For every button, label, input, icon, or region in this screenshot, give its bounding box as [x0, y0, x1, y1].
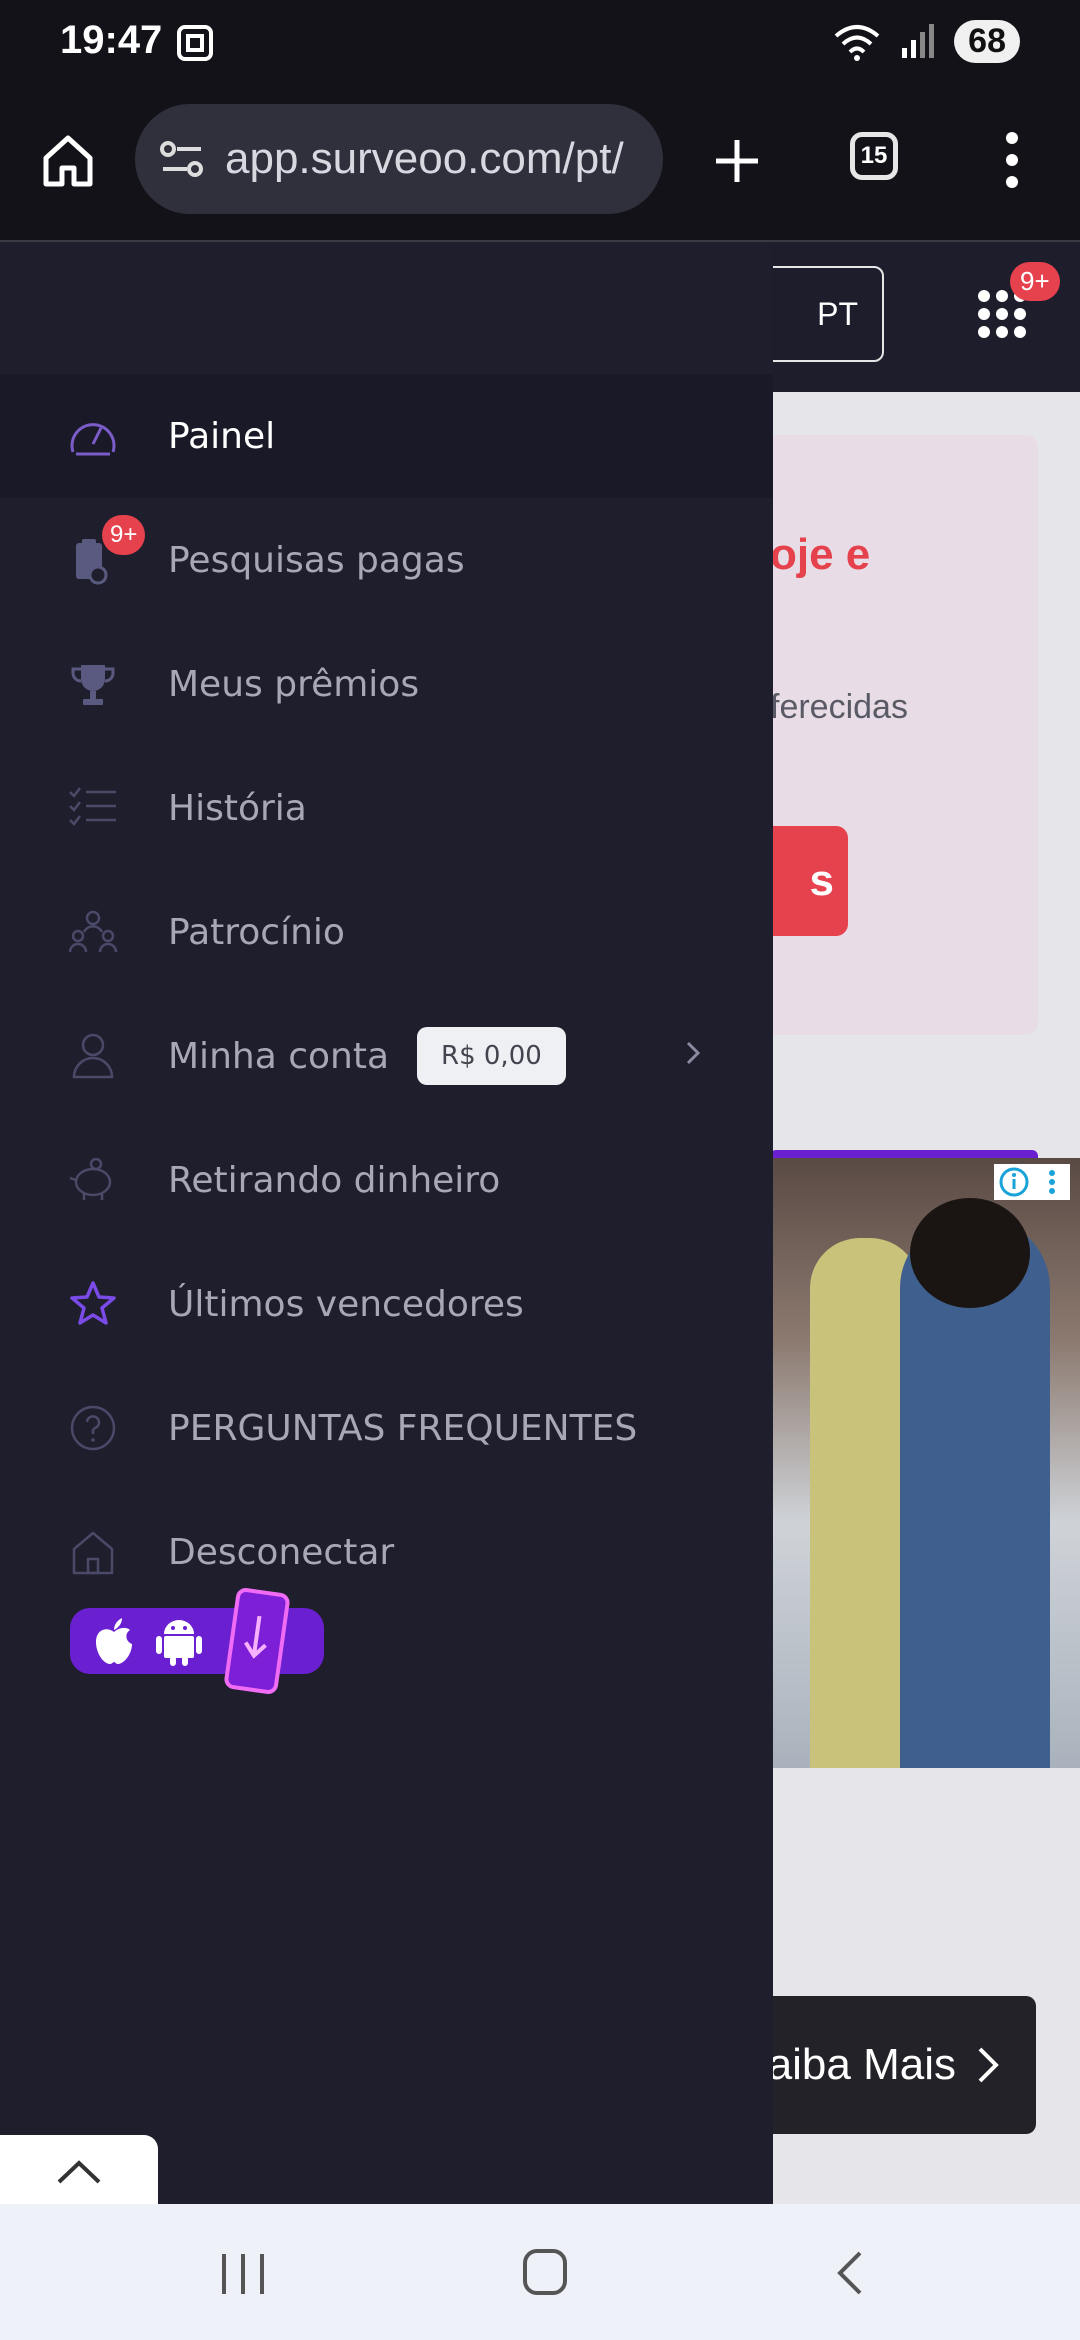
menu-item-ultimos-vencedores[interactable]: Últimos vencedores [0, 1242, 773, 1366]
menu-item-painel[interactable]: Painel [0, 374, 773, 498]
home-button-icon[interactable] [522, 2248, 568, 2296]
site-settings-icon[interactable] [159, 139, 205, 179]
account-balance-badge: R$ 0,00 [417, 1027, 566, 1085]
ad-cta-button[interactable]: aiba Mais [740, 1996, 1036, 2134]
browser-toolbar: app.surveoo.com/pt/ 15 [0, 90, 1080, 242]
ad-cta-label: aiba Mais [767, 2040, 956, 2089]
ad-info-icon[interactable] [994, 1164, 1070, 1200]
promo-title: oje e [770, 530, 871, 579]
speedometer-icon [68, 411, 118, 461]
scroll-top-tab[interactable] [0, 2135, 158, 2205]
menu-item-patrocinio[interactable]: Patrocínio [0, 870, 773, 994]
promo-subtitle: ferecidas [770, 688, 908, 726]
purple-strip [770, 1150, 1038, 1158]
ad-image[interactable] [770, 1158, 1080, 1768]
menu-label: Meus prêmios [168, 663, 420, 705]
language-label: PT [817, 295, 858, 332]
clipboard-money-icon: 9+ [68, 515, 146, 585]
menu-label: PERGUNTAS FREQUENTES [168, 1407, 638, 1449]
star-icon [68, 1279, 118, 1329]
system-navigation-bar [0, 2204, 1080, 2340]
recent-apps-icon[interactable] [220, 2252, 266, 2296]
menu-label: Patrocínio [168, 911, 345, 953]
user-icon [68, 1031, 118, 1081]
status-indicators: 68 [832, 20, 1020, 63]
menu-label: Pesquisas pagas [168, 539, 465, 581]
apple-icon [96, 1618, 132, 1664]
tab-switcher-button[interactable]: 15 [850, 132, 898, 180]
home-icon [68, 1527, 118, 1577]
signal-icon [902, 23, 935, 58]
question-icon [68, 1403, 118, 1453]
more-options-icon[interactable] [1000, 130, 1024, 190]
menu-item-historia[interactable]: História [0, 746, 773, 870]
menu-label: Minha conta [168, 1035, 390, 1077]
android-icon [156, 1620, 202, 1666]
menu-item-meus-premios[interactable]: Meus prêmios [0, 622, 773, 746]
new-tab-icon[interactable] [712, 136, 762, 186]
menu-item-pesquisas-pagas[interactable]: 9+ Pesquisas pagas [0, 498, 773, 622]
menu-label: Desconectar [168, 1531, 395, 1573]
wifi-icon [834, 24, 880, 61]
menu-item-minha-conta[interactable]: Minha conta R$ 0,00 [0, 994, 773, 1118]
menu-label: Painel [168, 415, 276, 457]
status-time: 19:47 [60, 18, 163, 62]
back-icon[interactable] [834, 2250, 864, 2296]
side-drawer: Painel 9+ Pesquisas pagas Meus prêmios H… [0, 242, 773, 2204]
chevron-right-icon [978, 2047, 999, 2083]
checklist-icon [68, 783, 118, 833]
referral-icon [68, 907, 118, 957]
menu-label: Últimos vencedores [168, 1283, 524, 1325]
promo-button-label: s [809, 856, 834, 905]
ad-person-hair [910, 1198, 1030, 1308]
status-bar: 19:47 68 [0, 0, 1080, 90]
trophy-icon [68, 659, 118, 709]
surveys-badge: 9+ [102, 515, 146, 555]
piggy-bank-icon [68, 1155, 118, 1205]
menu-item-faq[interactable]: PERGUNTAS FREQUENTES [0, 1366, 773, 1490]
chevron-up-icon [57, 2160, 101, 2184]
menu-label: Retirando dinheiro [168, 1159, 501, 1201]
battery-indicator: 68 [954, 20, 1020, 63]
url-text: app.surveoo.com/pt/ [225, 134, 624, 183]
chevron-right-icon [686, 1041, 701, 1065]
menu-label: História [168, 787, 307, 829]
apps-notification-badge: 9+ [1010, 262, 1060, 301]
menu-item-desconectar[interactable]: Desconectar [0, 1490, 773, 1614]
menu-item-retirando-dinheiro[interactable]: Retirando dinheiro [0, 1118, 773, 1242]
promo-card [740, 435, 1038, 1035]
screenshot-icon [177, 25, 213, 61]
url-bar[interactable]: app.surveoo.com/pt/ [135, 104, 663, 214]
home-icon[interactable] [40, 132, 96, 188]
phone-download-icon [224, 1588, 290, 1694]
